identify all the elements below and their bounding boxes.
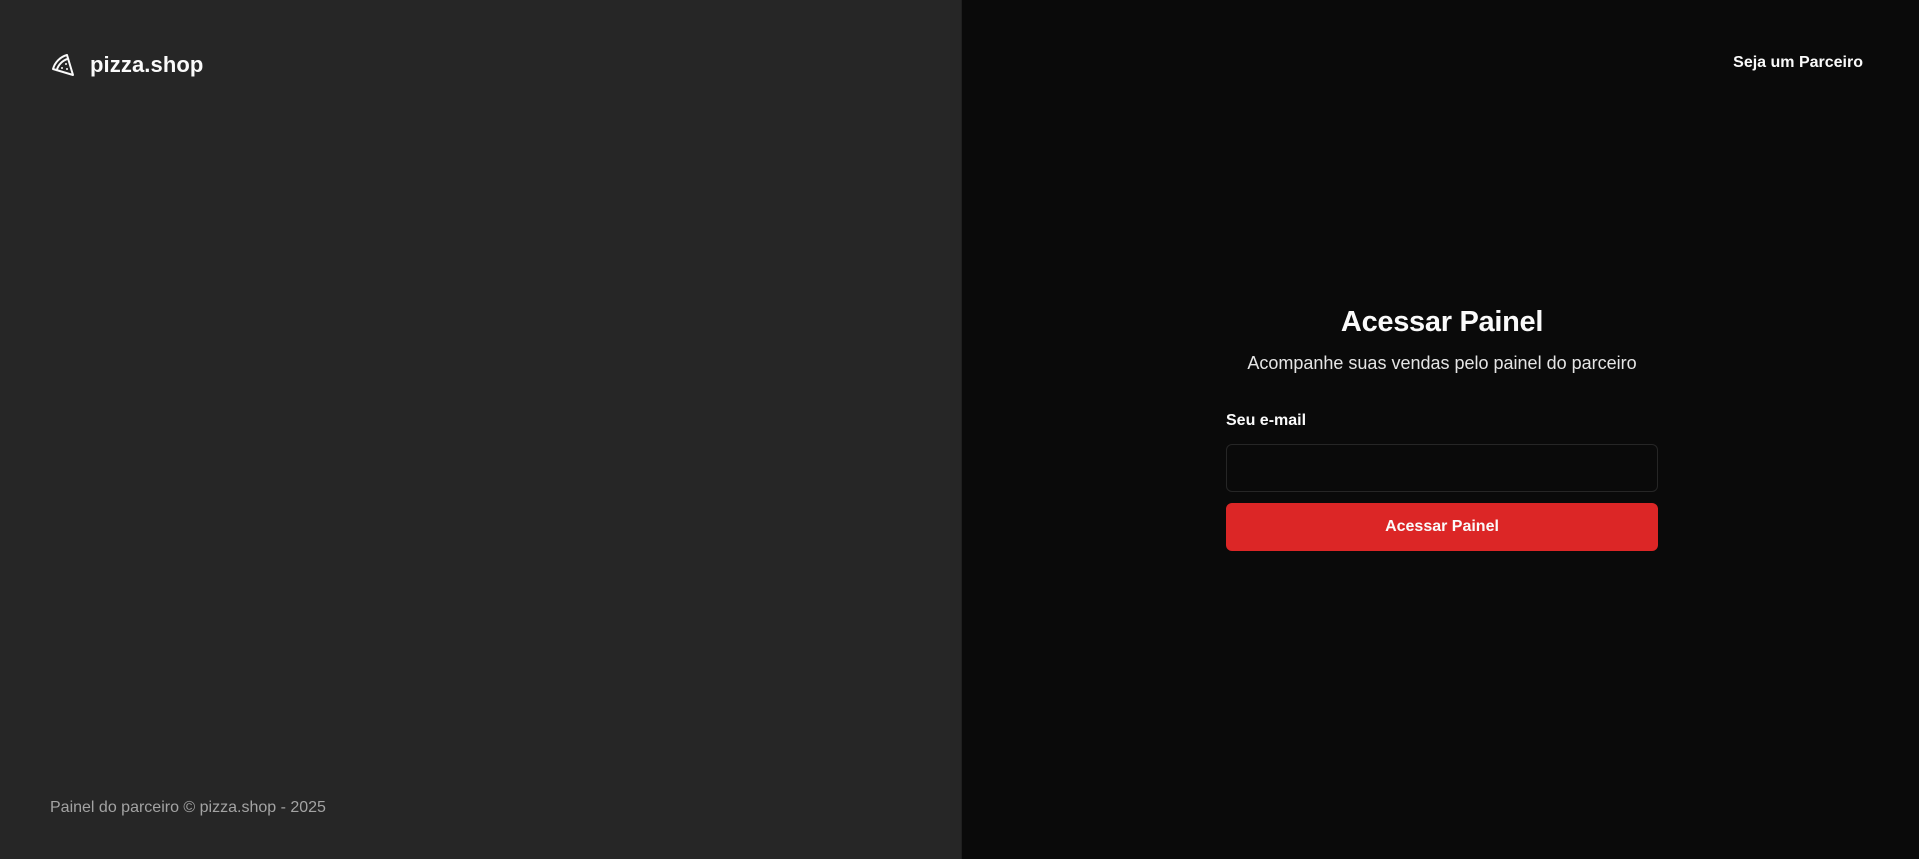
access-panel-button[interactable]: Acessar Painel xyxy=(1226,503,1658,551)
brand-panel: pizza.shop Painel do parceiro © pizza.sh… xyxy=(0,0,962,859)
pizza-icon xyxy=(50,52,76,78)
login-page: pizza.shop Painel do parceiro © pizza.sh… xyxy=(0,0,1919,859)
brand-logo: pizza.shop xyxy=(50,52,203,78)
email-field[interactable] xyxy=(1226,444,1658,492)
login-form: Acessar Painel Acompanhe suas vendas pel… xyxy=(1226,306,1658,551)
footer-text: Painel do parceiro © pizza.shop - 2025 xyxy=(50,799,326,816)
become-partner-link[interactable]: Seja um Parceiro xyxy=(1733,54,1863,72)
page-title: Acessar Painel xyxy=(1340,306,1544,338)
page-subtitle: Acompanhe suas vendas pelo painel do par… xyxy=(1247,353,1637,373)
email-label: Seu e-mail xyxy=(1226,412,1307,429)
auth-panel: Seja um Parceiro Acessar Painel Acompanh… xyxy=(962,0,1919,859)
brand-name: pizza.shop xyxy=(90,52,204,77)
